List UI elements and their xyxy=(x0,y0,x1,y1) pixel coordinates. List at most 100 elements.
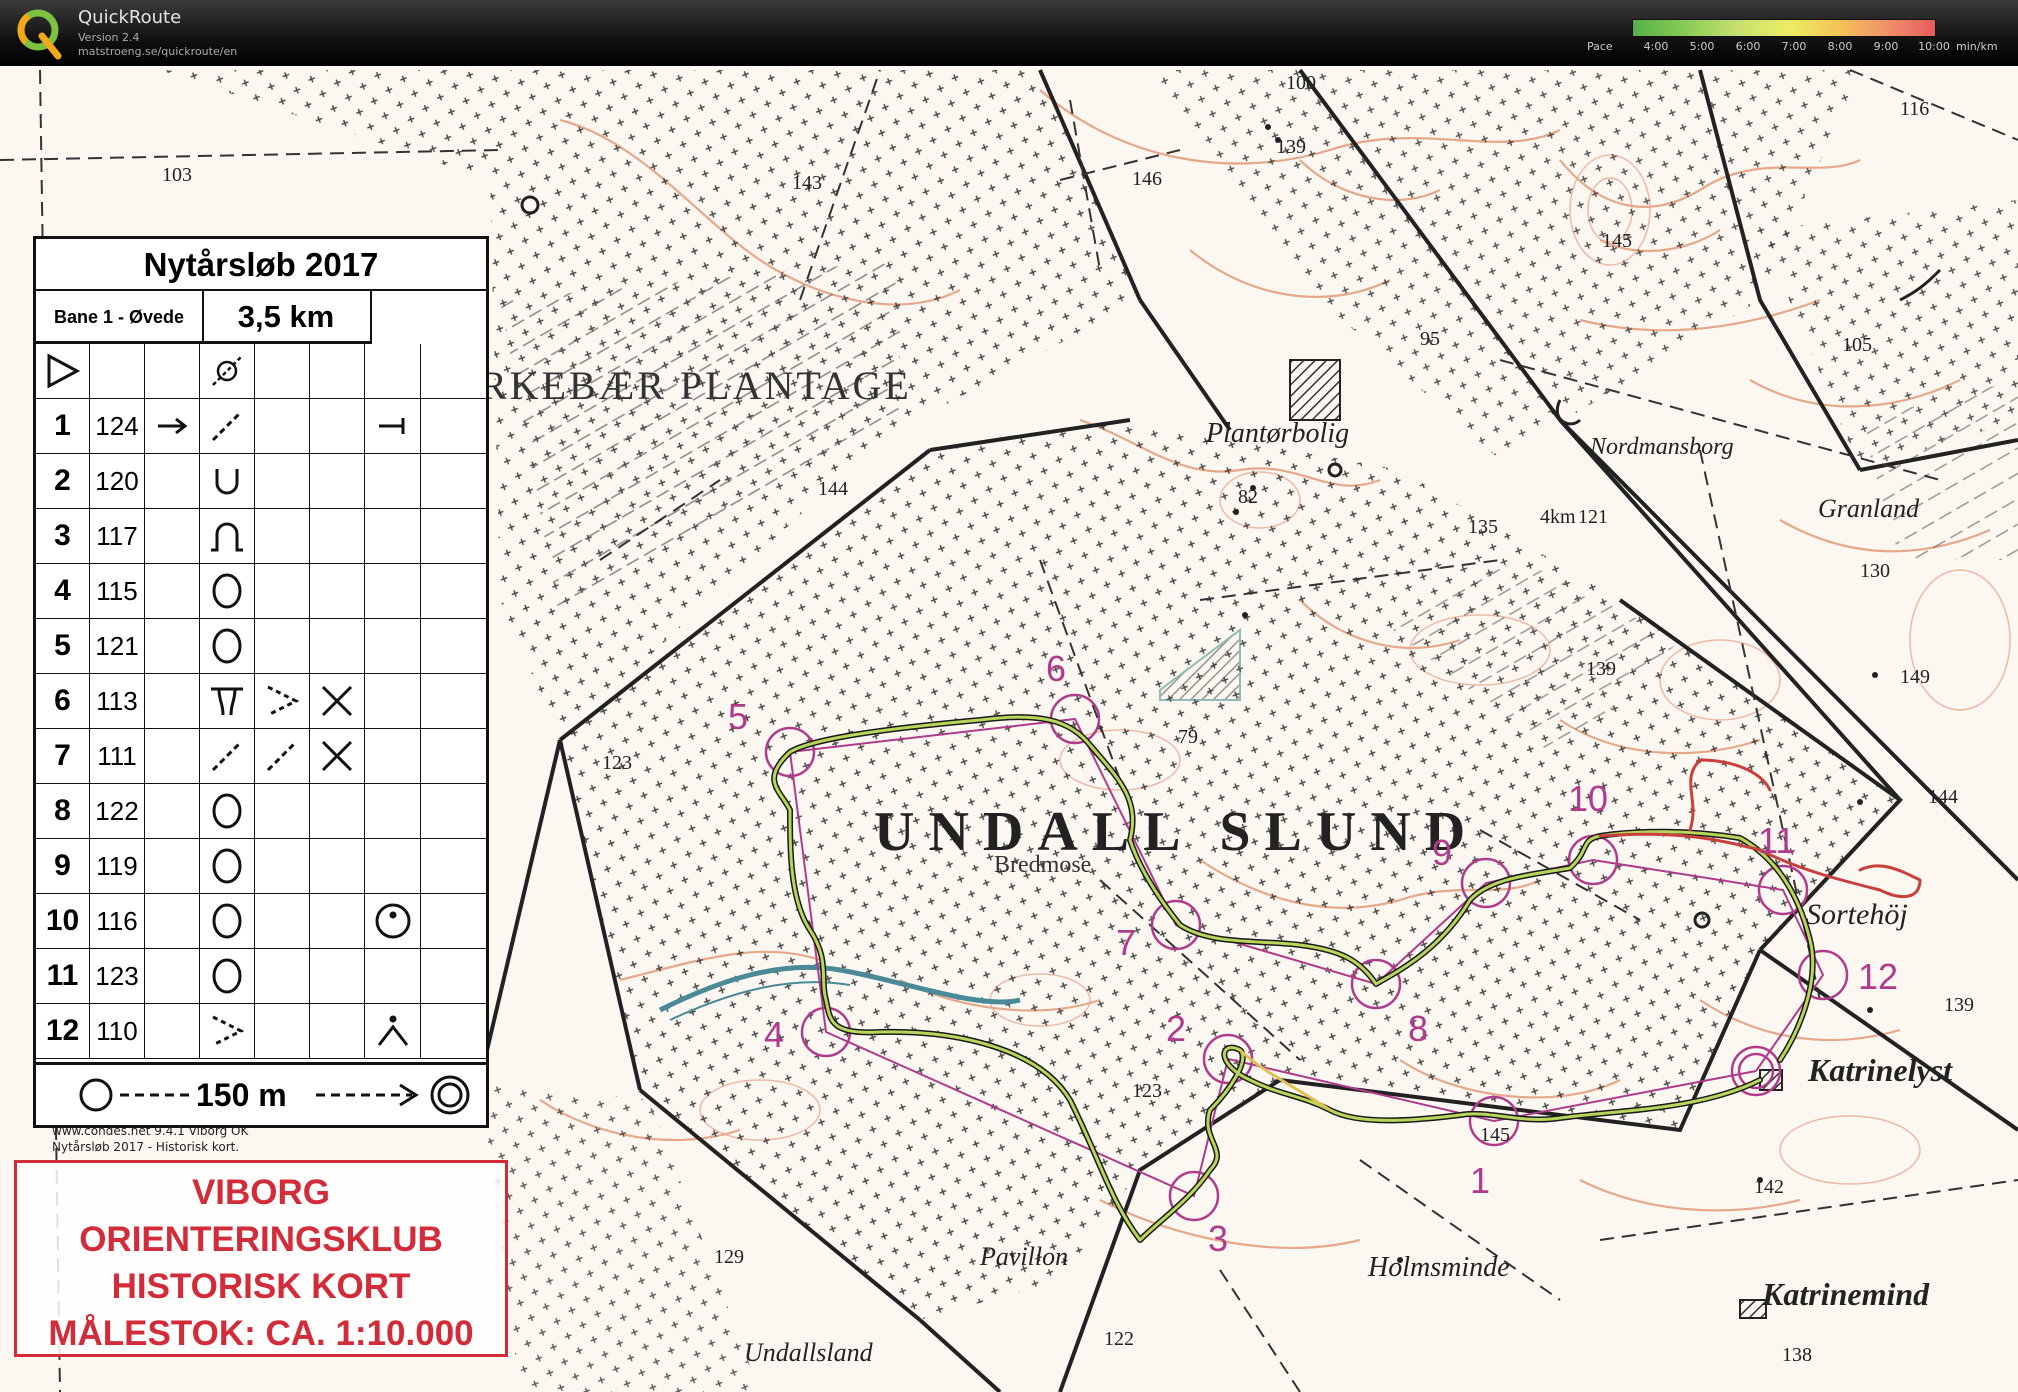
control-number-4: 4 xyxy=(764,1014,785,1055)
elevation-label: 139 xyxy=(1944,994,1974,1016)
elevation-label: 144 xyxy=(1928,786,1958,808)
elevation-label: 146 xyxy=(1132,168,1162,190)
stamp-line-3: HISTORISK KORT xyxy=(111,1267,411,1306)
pace-tick: 6:00 xyxy=(1735,40,1761,53)
card-row: 7 111 xyxy=(36,729,486,784)
pace-tick: 8:00 xyxy=(1827,40,1853,53)
card-row: 5 121 xyxy=(36,619,486,674)
control-num: 2 xyxy=(36,454,90,508)
pace-legend-ticks: 4:00 5:00 6:00 7:00 8:00 9:00 10:00 xyxy=(1632,40,1972,54)
pace-legend-label: Pace xyxy=(1587,40,1613,53)
stamp-line-2: ORIENTERINGSKLUB xyxy=(79,1220,443,1259)
map-label-plantorbolig: Plantørbolig xyxy=(1206,418,1350,449)
elevation-label: 145 xyxy=(1602,230,1632,252)
pace-tick: 4:00 xyxy=(1643,40,1669,53)
start-circle-icon xyxy=(79,1078,113,1112)
pace-tick: 7:00 xyxy=(1781,40,1807,53)
control-code: 119 xyxy=(90,839,145,893)
elevation-label: 121 xyxy=(1578,506,1608,528)
map-label-undall-slund: UNDALL SLUND xyxy=(874,801,1480,863)
elevation-label: 4km xyxy=(1540,506,1576,528)
club-stamp: VIBORG ORIENTERINGSKLUB HISTORISK KORT M… xyxy=(14,1160,508,1357)
card-row: 3 117 xyxy=(36,509,486,564)
card-course-length: 3,5 km xyxy=(202,291,372,344)
pace-unit: min/km xyxy=(1956,40,1998,53)
control-code: 110 xyxy=(90,1004,145,1058)
stamp-line-4: MÅLESTOK: CA. 1:10.000 xyxy=(48,1314,474,1353)
elevation-label: 142 xyxy=(1754,1176,1784,1198)
map-label-katrinelyst: Katrinelyst xyxy=(1808,1052,1953,1088)
card-row: 4 115 xyxy=(36,564,486,619)
pace-tick: 5:00 xyxy=(1689,40,1715,53)
stamp-line-1: VIBORG xyxy=(191,1173,331,1212)
elevation-label: 105 xyxy=(1842,334,1872,356)
pace-tick: 10:00 xyxy=(1918,40,1950,53)
control-number-7: 7 xyxy=(1116,922,1137,963)
control-num: 4 xyxy=(36,564,90,618)
card-row: 12 110 xyxy=(36,1004,486,1059)
elevation-label: 116 xyxy=(1900,98,1930,120)
map-label-holmsminde: Holmsminde xyxy=(1368,1252,1510,1283)
control-num: 3 xyxy=(36,509,90,563)
credit-line-2: Nytårsløb 2017 - Historisk kort. xyxy=(52,1140,240,1154)
control-code: 120 xyxy=(90,454,145,508)
elevation-label: 79 xyxy=(1178,726,1198,748)
elevation-label: 144 xyxy=(818,478,848,500)
app-url[interactable]: matstroeng.se/quickroute/en xyxy=(78,45,237,58)
control-number-10: 10 xyxy=(1568,778,1609,819)
card-row: 1 124 xyxy=(36,399,486,454)
knoll-icon xyxy=(200,619,255,673)
elevation-label: 145 xyxy=(1480,1124,1510,1146)
control-code: 113 xyxy=(90,674,145,728)
control-num: 12 xyxy=(36,1004,90,1058)
app-header: QuickRoute Version 2.4 matstroeng.se/qui… xyxy=(0,0,2018,66)
map-label-granland: Granland xyxy=(1818,494,1920,523)
top-position-icon xyxy=(365,894,421,948)
quickroute-logo-icon xyxy=(17,9,62,60)
knoll-icon xyxy=(200,949,255,1003)
control-code: 111 xyxy=(90,729,145,783)
path-icon xyxy=(200,399,255,453)
dash-line-icon xyxy=(120,1093,190,1097)
elevation-label: 100 xyxy=(1286,72,1316,94)
path-icon xyxy=(255,729,310,783)
elevation-label: 143 xyxy=(792,172,822,194)
map-label-sortehoj: Sortehöj xyxy=(1806,898,1908,931)
elevation-label: 123 xyxy=(1132,1080,1162,1102)
knoll-icon xyxy=(200,564,255,618)
depression-icon xyxy=(200,454,255,508)
control-code: 123 xyxy=(90,949,145,1003)
junction-icon xyxy=(365,399,421,453)
path-junction-icon xyxy=(200,674,255,728)
elevation-label: 130 xyxy=(1860,560,1890,582)
map-label-pavillon: Pavillon xyxy=(980,1242,1069,1271)
control-number-3: 3 xyxy=(1208,1218,1229,1259)
control-num: 11 xyxy=(36,949,90,1003)
map-label-katrinemind: Katrinemind xyxy=(1762,1276,1930,1312)
card-start-row xyxy=(36,344,486,399)
control-code: 122 xyxy=(90,784,145,838)
pace-tick: 9:00 xyxy=(1873,40,1899,53)
map-label-plantage: RKEBÆR PLANTAGE xyxy=(480,363,912,408)
pace-color-scale xyxy=(1632,19,1936,37)
control-code: 124 xyxy=(90,399,145,453)
app-name: QuickRoute xyxy=(78,7,182,28)
control-number-2: 2 xyxy=(1166,1008,1187,1049)
upper-part-icon xyxy=(365,1004,421,1058)
cross-icon xyxy=(310,674,365,728)
card-row: 9 119 xyxy=(36,839,486,894)
control-description-card: Nytårsløb 2017 Bane 1 - Øvede 3,5 km 1 1… xyxy=(33,236,489,1128)
finish-double-circle-icon xyxy=(430,1075,470,1115)
side-corner-icon xyxy=(200,1004,255,1058)
card-row: 11 123 xyxy=(36,949,486,1004)
elevation-label: 149 xyxy=(1900,666,1930,688)
control-num: 10 xyxy=(36,894,90,948)
elevation-label: 129 xyxy=(714,1246,744,1268)
elevation-label: 95 xyxy=(1420,328,1440,350)
card-course-name: Bane 1 - Øvede xyxy=(36,291,204,344)
map-label-undallsland: Undallsland xyxy=(744,1338,873,1367)
knoll-icon xyxy=(200,784,255,838)
control-num: 9 xyxy=(36,839,90,893)
control-num: 6 xyxy=(36,674,90,728)
control-num: 1 xyxy=(36,399,90,453)
